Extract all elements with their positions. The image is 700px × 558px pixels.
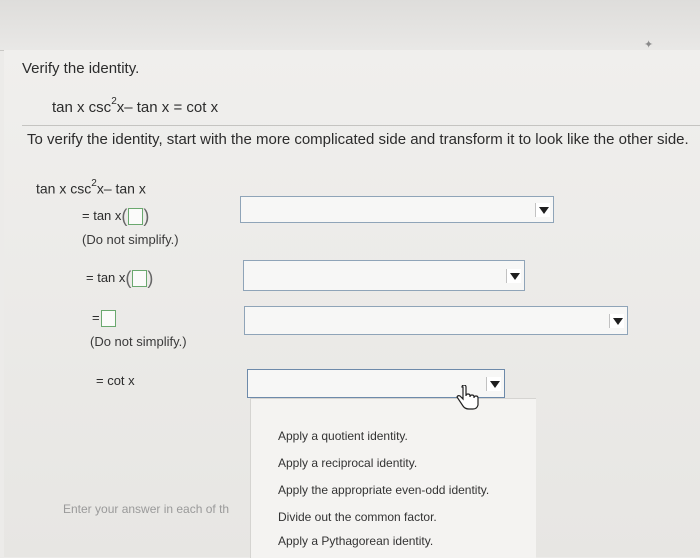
starting-expression: tan x csc2x– tan x — [36, 178, 146, 197]
step-2-reason-select[interactable] — [243, 260, 525, 291]
step-3-row: = — [92, 310, 116, 328]
divider — [22, 125, 700, 126]
menu-option-quotient[interactable]: Apply a quotient identity. — [278, 429, 408, 443]
step-3-reason-select[interactable] — [244, 306, 628, 335]
step-4-row: = cot x — [96, 373, 135, 388]
browser-top-bar: ✦ — [0, 0, 700, 51]
dropdown-arrow-icon[interactable] — [486, 376, 501, 391]
step-1-note: (Do not simplify.) — [82, 232, 179, 247]
step-1-row: = tan x() — [82, 206, 150, 226]
step-3-answer-box[interactable] — [100, 310, 116, 328]
hint-text: Enter your answer in each of th — [63, 502, 230, 516]
hand-cursor-icon — [456, 385, 479, 410]
menu-option-pythagorean[interactable]: Apply a Pythagorean identity. — [278, 534, 433, 548]
step-3-note: (Do not simplify.) — [90, 334, 187, 349]
step-2-answer-box[interactable] — [132, 270, 148, 287]
dropdown-arrow-icon[interactable] — [535, 202, 550, 217]
menu-option-divide-common[interactable]: Divide out the common factor. — [278, 510, 437, 524]
step-1-answer-box[interactable] — [128, 208, 144, 225]
dropdown-arrow-icon[interactable] — [506, 268, 521, 283]
given-identity: tan x csc2x– tan x = cot x — [52, 96, 219, 116]
dropdown-arrow-icon[interactable] — [609, 313, 624, 328]
reason-dropdown-menu: Apply a quotient identity. Apply a recip… — [250, 398, 536, 558]
menu-option-reciprocal[interactable]: Apply a reciprocal identity. — [278, 456, 417, 470]
step-2-row: = tan x() — [86, 268, 154, 288]
menu-option-even-odd[interactable]: Apply the appropriate even-odd identity. — [278, 483, 489, 497]
question-prompt: Verify the identity. — [22, 60, 140, 77]
instruction-text: To verify the identity, start with the m… — [27, 131, 689, 148]
step-1-reason-select[interactable] — [240, 196, 554, 223]
